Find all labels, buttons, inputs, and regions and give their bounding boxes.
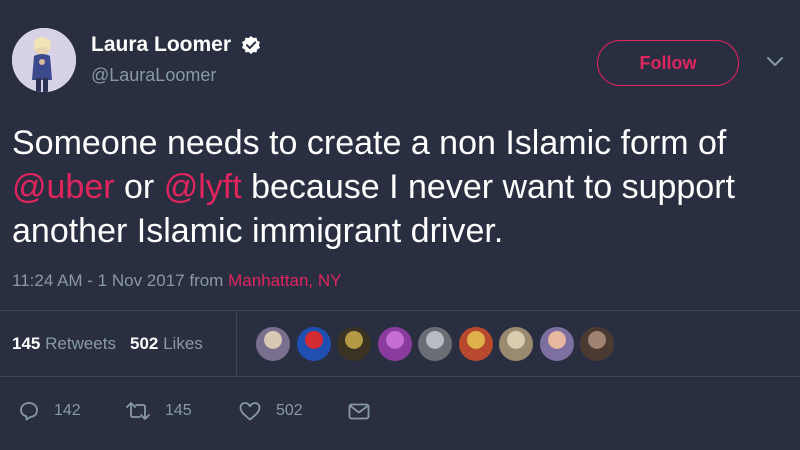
retweet-count: 145: [165, 402, 192, 419]
from-label: from: [184, 271, 229, 290]
liker-avatar[interactable]: [254, 325, 292, 363]
likes-label: Likes: [163, 334, 203, 353]
tweet-actions: 142 145 502: [0, 398, 800, 424]
like-count: 502: [276, 402, 303, 419]
liker-avatar[interactable]: [335, 325, 373, 363]
liker-avatar[interactable]: [294, 325, 333, 363]
liker-avatar[interactable]: [537, 325, 576, 363]
divider: [0, 376, 800, 377]
like-button[interactable]: 502: [238, 398, 303, 424]
mention-uber[interactable]: @uber: [12, 168, 115, 206]
heart-icon: [239, 402, 261, 421]
chevron-down-icon[interactable]: [764, 55, 786, 69]
liker-avatar[interactable]: [497, 325, 535, 363]
timestamp[interactable]: 11:24 AM - 1 Nov 2017: [12, 271, 185, 290]
display-name[interactable]: Laura Loomer: [91, 33, 231, 57]
liker-avatar[interactable]: [456, 325, 495, 363]
tweet-stats: 145 Retweets 502 Likes: [12, 334, 203, 354]
tweet-text-part: or: [114, 168, 164, 206]
avatar[interactable]: [12, 28, 76, 92]
retweets-stat[interactable]: 145 Retweets: [12, 334, 116, 354]
tweet-text-part: Someone needs to create a non Islamic fo…: [12, 124, 727, 162]
location-link[interactable]: Manhattan, NY: [228, 271, 341, 290]
direct-message-button[interactable]: [347, 398, 371, 424]
divider: [0, 310, 800, 311]
tweet-text: Someone needs to create a non Islamic fo…: [12, 121, 792, 253]
envelope-icon: [348, 403, 370, 420]
tweet-meta: 11:24 AM - 1 Nov 2017 from Manhattan, NY: [12, 271, 341, 291]
mention-lyft[interactable]: @lyft: [164, 168, 242, 206]
verified-icon: [241, 35, 261, 55]
follow-button[interactable]: Follow: [597, 40, 739, 86]
liker-avatar[interactable]: [375, 325, 414, 363]
handle[interactable]: @LauraLoomer: [91, 65, 261, 86]
retweets-count: 145: [12, 334, 41, 353]
retweet-icon: [126, 402, 150, 420]
likes-stat[interactable]: 502 Likes: [130, 334, 203, 354]
liker-avatar[interactable]: [578, 325, 616, 363]
retweet-button[interactable]: 145: [125, 398, 192, 424]
reply-button[interactable]: 142: [18, 398, 81, 424]
stats-separator: [236, 311, 237, 376]
retweets-label: Retweets: [45, 334, 116, 353]
liker-avatar[interactable]: [416, 325, 454, 363]
avatar-image: [12, 28, 76, 92]
reply-count: 142: [54, 402, 81, 419]
tweet-card: Laura Loomer @LauraLoomer Follow Someone…: [0, 0, 800, 450]
reply-icon: [20, 402, 38, 421]
likes-count: 502: [129, 334, 159, 353]
author-block: Laura Loomer @LauraLoomer: [91, 33, 261, 86]
